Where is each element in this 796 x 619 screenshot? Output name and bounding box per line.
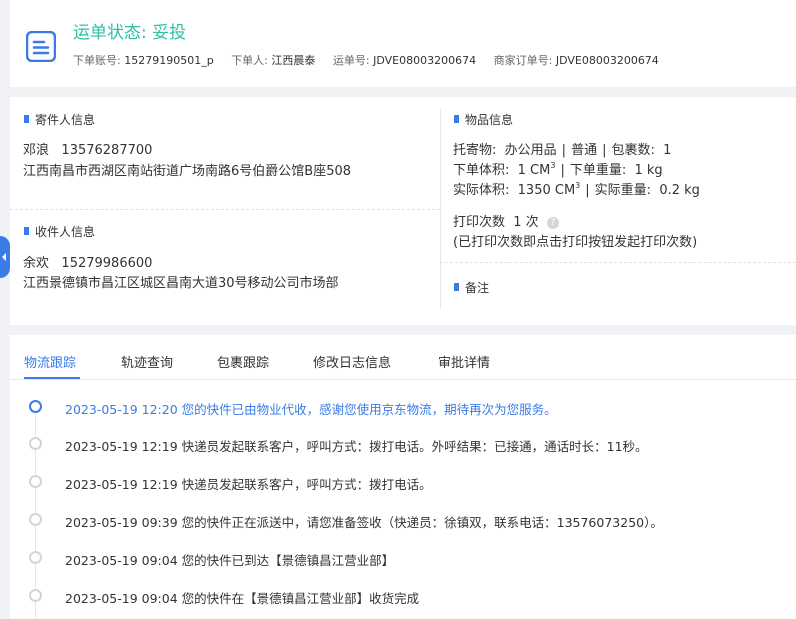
merchant-order-value: JDVE08003200674 — [555, 54, 659, 67]
timeline-dot-icon — [29, 551, 42, 564]
timeline-item: 2023-05-19 12:20 您的快件已由物业代收，感谢您使用京东物流，期待… — [10, 397, 796, 417]
goods-section-title: 物品信息 — [454, 111, 513, 128]
package-count: 1 — [663, 143, 672, 158]
timeline-text: 2023-05-19 12:19 快递员发起联系客户，呼叫方式：拨打电话。外呼结… — [65, 439, 648, 454]
timeline-dot-icon — [29, 513, 42, 526]
actual-weight-label: 实际重量: — [594, 183, 652, 198]
timeline-text: 2023-05-19 09:39 您的快件正在派送中，请您准备签收（快递员：徐镇… — [65, 515, 663, 530]
timeline-item: 2023-05-19 12:19 快递员发起联系客户，呼叫方式：拨打电话。 — [10, 472, 796, 492]
tab-logistics-tracking[interactable]: 物流跟踪 — [24, 352, 76, 371]
sender-contact: 邓浪 13576287700 — [23, 139, 152, 158]
column-divider — [440, 109, 441, 309]
order-weight: 1 kg — [634, 163, 663, 178]
consign-label: 托寄物: — [453, 143, 497, 158]
consign-value: 办公用品 — [504, 143, 557, 158]
receiver-phone: 15279986600 — [61, 256, 153, 271]
actual-volume-label: 实际体积: — [453, 183, 510, 198]
merchant-order-label: 商家订单号: — [493, 54, 553, 67]
timeline-text: 2023-05-19 09:04 您的快件在【景德镇昌江营业部】收货完成 — [65, 591, 420, 606]
section-divider — [440, 262, 796, 263]
order-volume: 1 CM — [517, 163, 551, 178]
section-divider — [10, 209, 440, 210]
tracking-panel: 物流跟踪 轨迹查询 包裹跟踪 修改日志信息 审批详情 2023-05-19 12… — [10, 335, 796, 619]
sender-section-title: 寄件人信息 — [24, 111, 95, 128]
orderer-value: 江西晨泰 — [271, 54, 316, 67]
sender-address: 江西南昌市西湖区南站街道广场南路6号伯爵公馆B座508 — [23, 164, 352, 179]
tab-change-log[interactable]: 修改日志信息 — [313, 352, 391, 371]
actual-weight: 0.2 kg — [659, 183, 700, 198]
actual-volume: 1350 CM — [517, 183, 576, 198]
waybill-status: 运单状态: 妥投 — [73, 23, 187, 43]
waybill-number-value: JDVE08003200674 — [373, 54, 477, 67]
order-volume-label: 下单体积: — [453, 163, 510, 178]
sender-name: 邓浪 — [23, 143, 50, 158]
waybill-meta: 下单账号: 15279190501_p 下单人: 江西晨泰 运单号: JDVE0… — [73, 52, 659, 68]
help-icon[interactable]: ? — [546, 217, 559, 229]
orderer-label: 下单人: — [231, 54, 268, 67]
timeline-item: 2023-05-19 12:19 快递员发起联系客户，呼叫方式：拨打电话。外呼结… — [10, 434, 796, 454]
receiver-section-title: 收件人信息 — [24, 223, 95, 240]
timeline-dot-icon — [29, 400, 42, 413]
print-count-label: 打印次数 — [453, 215, 506, 230]
goods-consignment: 托寄物: 办公用品 | 普通 | 包裹数: 1 — [453, 143, 672, 158]
remark-section-title: 备注 — [454, 279, 489, 296]
timeline-text: 2023-05-19 09:04 您的快件已到达【景德镇昌江营业部】 — [65, 553, 395, 568]
waybill-header: 运单状态: 妥投 下单账号: 15279190501_p 下单人: 江西晨泰 运… — [10, 0, 796, 87]
timeline-item: 2023-05-19 09:39 您的快件正在派送中，请您准备签收（快递员：徐镇… — [10, 510, 796, 530]
receiver-name: 余欢 — [23, 256, 50, 271]
order-account-value: 15279190501_p — [124, 54, 214, 67]
active-tab-indicator — [24, 377, 80, 379]
timeline-text: 2023-05-19 12:20 您的快件已由物业代收，感谢您使用京东物流，期待… — [65, 402, 557, 417]
tab-package-tracking[interactable]: 包裹跟踪 — [217, 352, 269, 371]
timeline-item: 2023-05-19 09:04 您的快件在【景德镇昌江营业部】收货完成 — [10, 586, 796, 606]
receiver-address: 江西景德镇市昌江区城区昌南大道30号移动公司市场部 — [23, 276, 339, 291]
timeline-dot-icon — [29, 437, 42, 450]
shipment-info-panel: 寄件人信息 邓浪 13576287700 江西南昌市西湖区南站街道广场南路6号伯… — [10, 97, 796, 325]
side-collapse-handle[interactable] — [0, 236, 10, 278]
tab-bar: 物流跟踪 轨迹查询 包裹跟踪 修改日志信息 审批详情 — [10, 335, 796, 380]
consign-type: 普通 — [571, 143, 598, 158]
tab-approval-details[interactable]: 审批详情 — [438, 352, 490, 371]
order-weight-label: 下单重量: — [569, 163, 627, 178]
goods-order-size: 下单体积: 1 CM3 | 下单重量: 1 kg — [453, 161, 663, 178]
timeline-dot-icon — [29, 475, 42, 488]
sender-phone: 13576287700 — [61, 143, 153, 158]
print-count-row: 打印次数 1 次 ? — [453, 211, 559, 230]
tab-track-query[interactable]: 轨迹查询 — [121, 352, 173, 371]
waybill-number-label: 运单号: — [332, 54, 370, 67]
package-count-label: 包裹数: — [611, 143, 655, 158]
timeline-item: 2023-05-19 09:04 您的快件已到达【景德镇昌江营业部】 — [10, 548, 796, 568]
print-count: 1 次 — [513, 215, 539, 230]
timeline-dot-icon — [29, 589, 42, 602]
goods-actual-size: 实际体积: 1350 CM3 | 实际重量: 0.2 kg — [453, 181, 700, 198]
receiver-contact: 余欢 15279986600 — [23, 252, 152, 271]
order-account-label: 下单账号: — [73, 54, 121, 67]
timeline-text: 2023-05-19 12:19 快递员发起联系客户，呼叫方式：拨打电话。 — [65, 477, 432, 492]
document-icon — [26, 31, 56, 62]
print-count-hint: (已打印次数即点击打印按钮发起打印次数) — [453, 235, 698, 250]
